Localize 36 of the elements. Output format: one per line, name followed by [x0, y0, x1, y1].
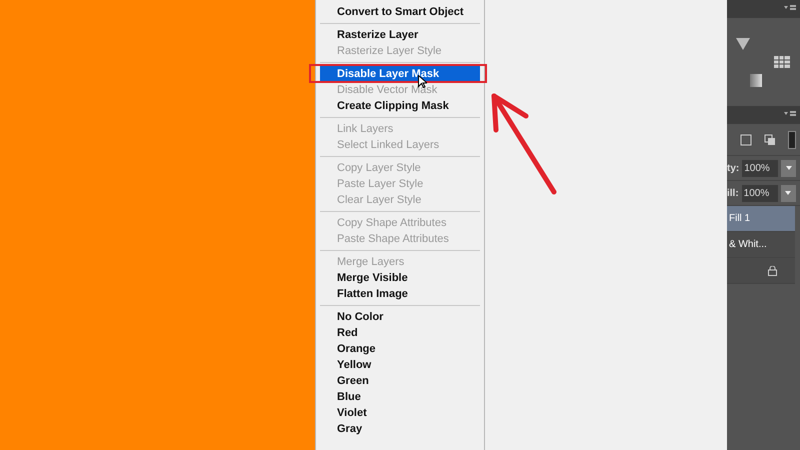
menu-item[interactable]: Create Clipping Mask — [320, 98, 480, 114]
menu-item[interactable]: Disable Layer Mask — [320, 66, 480, 82]
gradient-icon[interactable] — [750, 74, 762, 87]
fill-field[interactable]: 100% — [742, 184, 778, 202]
menu-item[interactable]: Orange — [320, 341, 480, 357]
transform-icon[interactable] — [740, 134, 752, 146]
caret-icon — [785, 191, 792, 195]
dropdown-button[interactable] — [781, 160, 796, 176]
opacity-field[interactable]: 100% — [742, 160, 778, 176]
menu-item[interactable]: Yellow — [320, 357, 480, 373]
menu-item[interactable]: No Color — [320, 309, 480, 325]
menu-item[interactable]: Blue — [320, 389, 480, 405]
layer-row[interactable]: & Whit... — [727, 232, 795, 258]
layer-name: Fill 1 — [729, 212, 750, 226]
menu-item[interactable]: Merge Visible — [320, 270, 480, 286]
fill-label: ill: — [727, 186, 739, 200]
opacity-label: ty: — [727, 162, 740, 176]
menu-item[interactable]: Gray — [320, 421, 480, 437]
menu-item[interactable]: Red — [320, 325, 480, 341]
caret-icon — [786, 166, 792, 170]
layer-row[interactable]: Fill 1 — [727, 206, 795, 232]
layers-icon[interactable] — [764, 134, 776, 146]
layer-name: & Whit... — [729, 238, 767, 252]
dropdown-button[interactable] — [780, 184, 796, 202]
menu-icon[interactable] — [784, 5, 796, 13]
swatch-icon[interactable] — [788, 130, 796, 148]
menu-item[interactable]: Flatten Image — [320, 286, 480, 302]
menu-item[interactable]: Violet — [320, 405, 480, 421]
menu-icon[interactable] — [784, 111, 796, 119]
menu-item[interactable]: Convert to Smart Object — [320, 4, 480, 20]
lock-icon — [768, 266, 777, 276]
triangle-icon[interactable] — [736, 38, 750, 50]
menu-item[interactable]: Rasterize Layer — [320, 27, 480, 43]
grid-icon[interactable] — [774, 56, 790, 68]
menu-item[interactable]: Green — [320, 373, 480, 389]
layer-row[interactable] — [727, 258, 795, 284]
